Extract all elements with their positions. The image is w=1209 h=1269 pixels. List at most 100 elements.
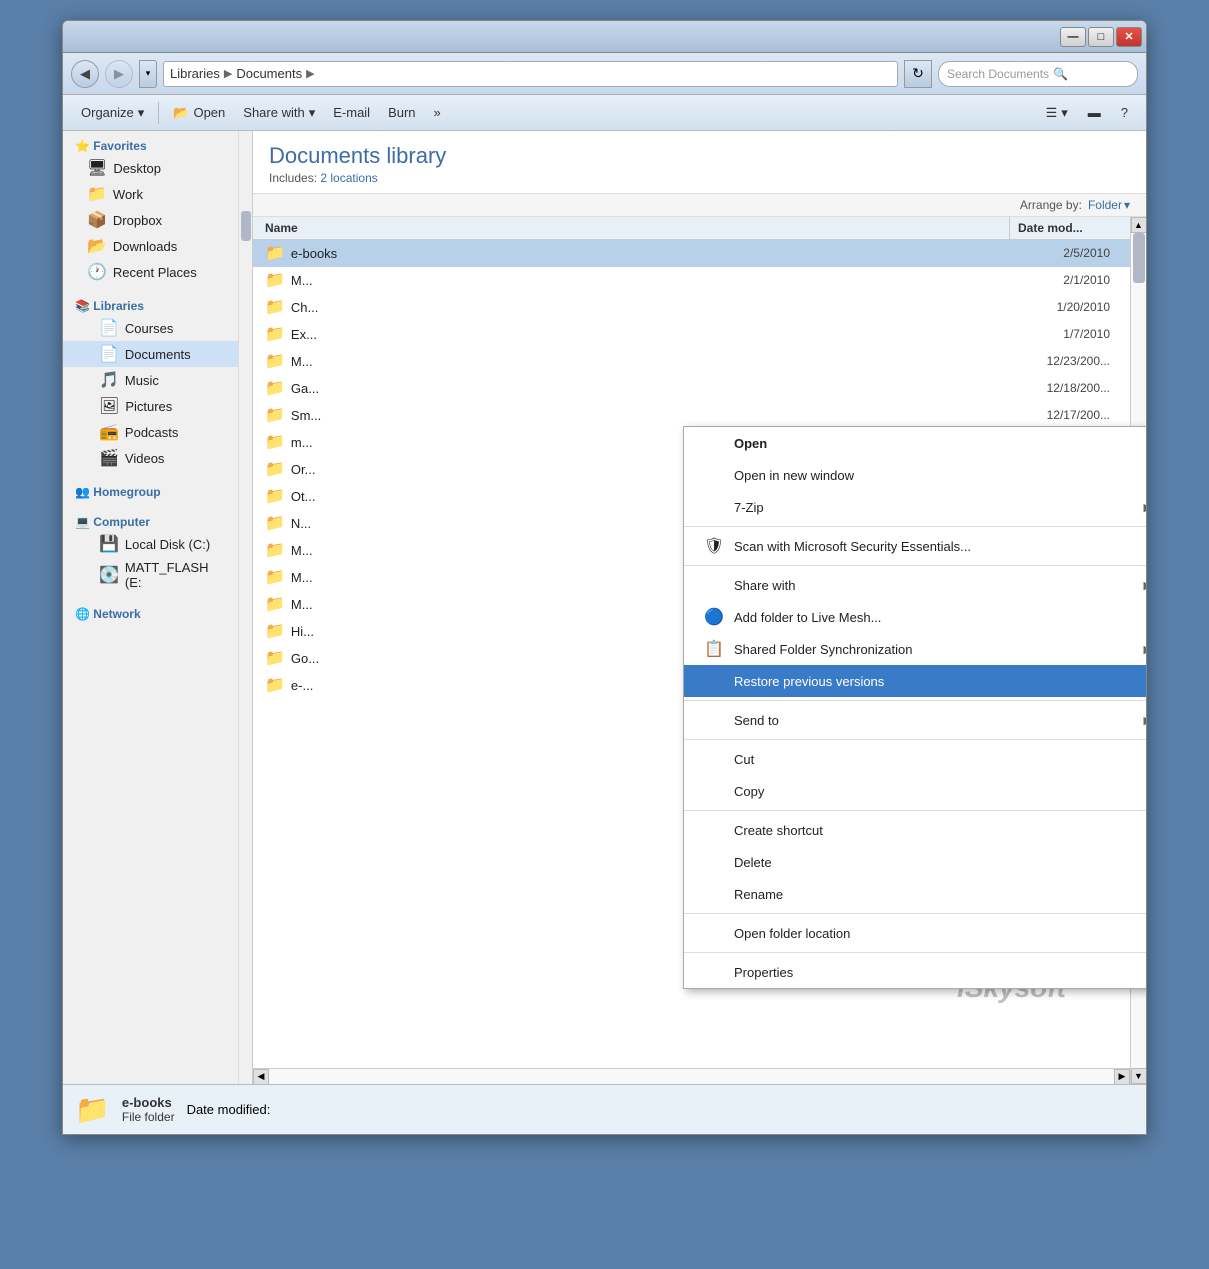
bottom-scrollbar[interactable]: ◀ ▶: [253, 1068, 1130, 1084]
file-item[interactable]: 📁 Sm... 12/17/200...: [253, 402, 1130, 429]
nav-dropdown-button[interactable]: ▾: [139, 60, 157, 88]
subtitle-prefix: Includes:: [269, 171, 320, 185]
file-item[interactable]: 📁 M... 2/1/2010: [253, 267, 1130, 294]
sidebar-item-matt-flash[interactable]: 💽 MATT_FLASH (E:: [63, 557, 238, 593]
sidebar-item-desktop[interactable]: 🖥 Desktop: [63, 155, 238, 181]
context-menu-item-scan[interactable]: 🛡Scan with Microsoft Security Essentials…: [684, 530, 1146, 562]
sidebar-item-work[interactable]: 📁 Work: [63, 181, 238, 207]
context-menu-item-add_live_mesh[interactable]: 🔵Add folder to Live Mesh...: [684, 601, 1146, 633]
file-icon: 📁: [265, 540, 285, 560]
sidebar-item-music[interactable]: 🎵 Music: [63, 367, 238, 393]
ctx-item-label: Open folder location: [734, 926, 1146, 941]
view-button[interactable]: ☰ ▾: [1038, 102, 1076, 124]
sidebar-section-homegroup[interactable]: 👥 Homegroup: [63, 477, 238, 501]
context-menu-item-open[interactable]: Open: [684, 427, 1146, 459]
scroll-down-button[interactable]: ▼: [1131, 1068, 1147, 1084]
address-path[interactable]: Libraries ▶ Documents ▶: [163, 61, 898, 87]
work-folder-icon: 📁: [87, 184, 107, 204]
sidebar-item-local-disk[interactable]: 💾 Local Disk (C:): [63, 531, 238, 557]
file-item[interactable]: 📁 Ch... 1/20/2010: [253, 294, 1130, 321]
ctx-item-icon: 📋: [704, 639, 724, 659]
context-menu-item-restore[interactable]: Restore previous versions: [684, 665, 1146, 697]
sidebar-item-podcasts[interactable]: 📻 Podcasts: [63, 419, 238, 445]
sidebar-item-courses[interactable]: 📄 Courses: [63, 315, 238, 341]
file-icon: 📁: [265, 567, 285, 587]
arrange-folder-button[interactable]: Folder ▾: [1088, 198, 1130, 212]
open-button[interactable]: 📂 Open: [165, 102, 233, 124]
scroll-up-button[interactable]: ▲: [1131, 217, 1147, 233]
help-button[interactable]: ?: [1113, 102, 1136, 123]
ctx-item-icon-empty: [704, 781, 724, 801]
context-menu-item-open_folder_loc[interactable]: Open folder location: [684, 917, 1146, 949]
maximize-button[interactable]: □: [1088, 27, 1114, 47]
organize-button[interactable]: Organize ▾: [73, 102, 152, 124]
context-menu-item-delete[interactable]: Delete: [684, 846, 1146, 878]
back-button[interactable]: ◀: [71, 60, 99, 88]
sidebar-scrollbar[interactable]: [238, 131, 252, 1084]
context-menu-item-cut[interactable]: Cut: [684, 743, 1146, 775]
minimize-button[interactable]: —: [1060, 27, 1086, 47]
sidebar-item-videos[interactable]: 🎬 Videos: [63, 445, 238, 471]
ctx-item-icon-empty: [704, 852, 724, 872]
pictures-icon: 🖼: [99, 396, 119, 416]
share-with-button[interactable]: Share with ▾: [235, 102, 323, 124]
ctx-item-icon-empty: [704, 923, 724, 943]
context-menu-item-copy[interactable]: Copy: [684, 775, 1146, 807]
sidebar-section-libraries[interactable]: 📚 Libraries: [63, 291, 238, 315]
context-menu-item-open_new_window[interactable]: Open in new window: [684, 459, 1146, 491]
window-controls: — □ ✕: [1060, 27, 1142, 47]
forward-button[interactable]: ▶: [105, 60, 133, 88]
context-menu-item-create_shortcut[interactable]: Create shortcut: [684, 814, 1146, 846]
file-item[interactable]: 📁 Ga... 12/18/200...: [253, 375, 1130, 402]
pane-button[interactable]: ▬: [1080, 102, 1109, 123]
context-menu-item-send_to[interactable]: Send to▶: [684, 704, 1146, 736]
status-date-label: Date modified:: [187, 1102, 271, 1117]
more-button[interactable]: »: [426, 102, 449, 123]
context-menu-item-share_with[interactable]: Share with▶: [684, 569, 1146, 601]
column-date-header[interactable]: Date mod...: [1010, 217, 1130, 239]
sidebar-item-pictures[interactable]: 🖼 Pictures: [63, 393, 238, 419]
share-with-arrow-icon: ▾: [309, 105, 316, 121]
sidebar-label-work: Work: [113, 187, 143, 202]
refresh-button[interactable]: ↻: [904, 60, 932, 88]
sidebar-section-computer[interactable]: 💻 Computer: [63, 507, 238, 531]
context-menu-item-rename[interactable]: Rename: [684, 878, 1146, 910]
bottom-scroll-left-button[interactable]: ◀: [253, 1069, 269, 1085]
help-icon: ?: [1121, 105, 1128, 120]
sidebar-section-favorites[interactable]: ⭐ Favorites: [63, 131, 238, 155]
file-item[interactable]: 📁 e-books 2/5/2010: [253, 240, 1130, 267]
sidebar-item-downloads[interactable]: 📂 Downloads: [63, 233, 238, 259]
sidebar-item-recent-places[interactable]: 🕐 Recent Places: [63, 259, 238, 285]
search-box[interactable]: Search Documents 🔍: [938, 61, 1138, 87]
file-item[interactable]: 📁 M... 12/23/200...: [253, 348, 1130, 375]
file-icon: 📁: [265, 594, 285, 614]
burn-button[interactable]: Burn: [380, 102, 423, 123]
file-icon: 📁: [265, 324, 285, 344]
view-arrow-icon: ▾: [1061, 105, 1068, 121]
file-item[interactable]: 📁 Ex... 1/7/2010: [253, 321, 1130, 348]
context-menu-item-shared_folder_sync[interactable]: 📋Shared Folder Synchronization▶: [684, 633, 1146, 665]
email-button[interactable]: E-mail: [325, 102, 378, 123]
file-icon: 📁: [265, 513, 285, 533]
bottom-scroll-track[interactable]: [269, 1069, 1114, 1085]
sidebar-section-network[interactable]: 🌐 Network: [63, 599, 238, 623]
sidebar-scroll-thumb: [241, 211, 251, 241]
sidebar-label-downloads: Downloads: [113, 239, 177, 254]
context-menu-item-7zip[interactable]: 7-Zip▶: [684, 491, 1146, 523]
ctx-item-label: 7-Zip: [734, 500, 1134, 515]
ctx-item-label: Add folder to Live Mesh...: [734, 610, 1146, 625]
ctx-item-label: Shared Folder Synchronization: [734, 642, 1134, 657]
file-icon: 📁: [265, 432, 285, 452]
locations-link[interactable]: 2 locations: [320, 171, 377, 185]
bottom-scroll-right-button[interactable]: ▶: [1114, 1069, 1130, 1085]
file-name: Ch...: [291, 300, 1002, 315]
close-button[interactable]: ✕: [1116, 27, 1142, 47]
context-menu-item-properties[interactable]: Properties: [684, 956, 1146, 988]
context-menu-separator: [684, 952, 1146, 953]
column-name-header[interactable]: Name: [253, 217, 1010, 239]
sidebar-label-courses: Courses: [125, 321, 173, 336]
ctx-item-label: Open in new window: [734, 468, 1146, 483]
sidebar-item-documents[interactable]: 📄 Documents: [63, 341, 238, 367]
sidebar-item-dropbox[interactable]: 📦 Dropbox: [63, 207, 238, 233]
address-bar: ◀ ▶ ▾ Libraries ▶ Documents ▶ ↻ Search D…: [63, 53, 1146, 95]
